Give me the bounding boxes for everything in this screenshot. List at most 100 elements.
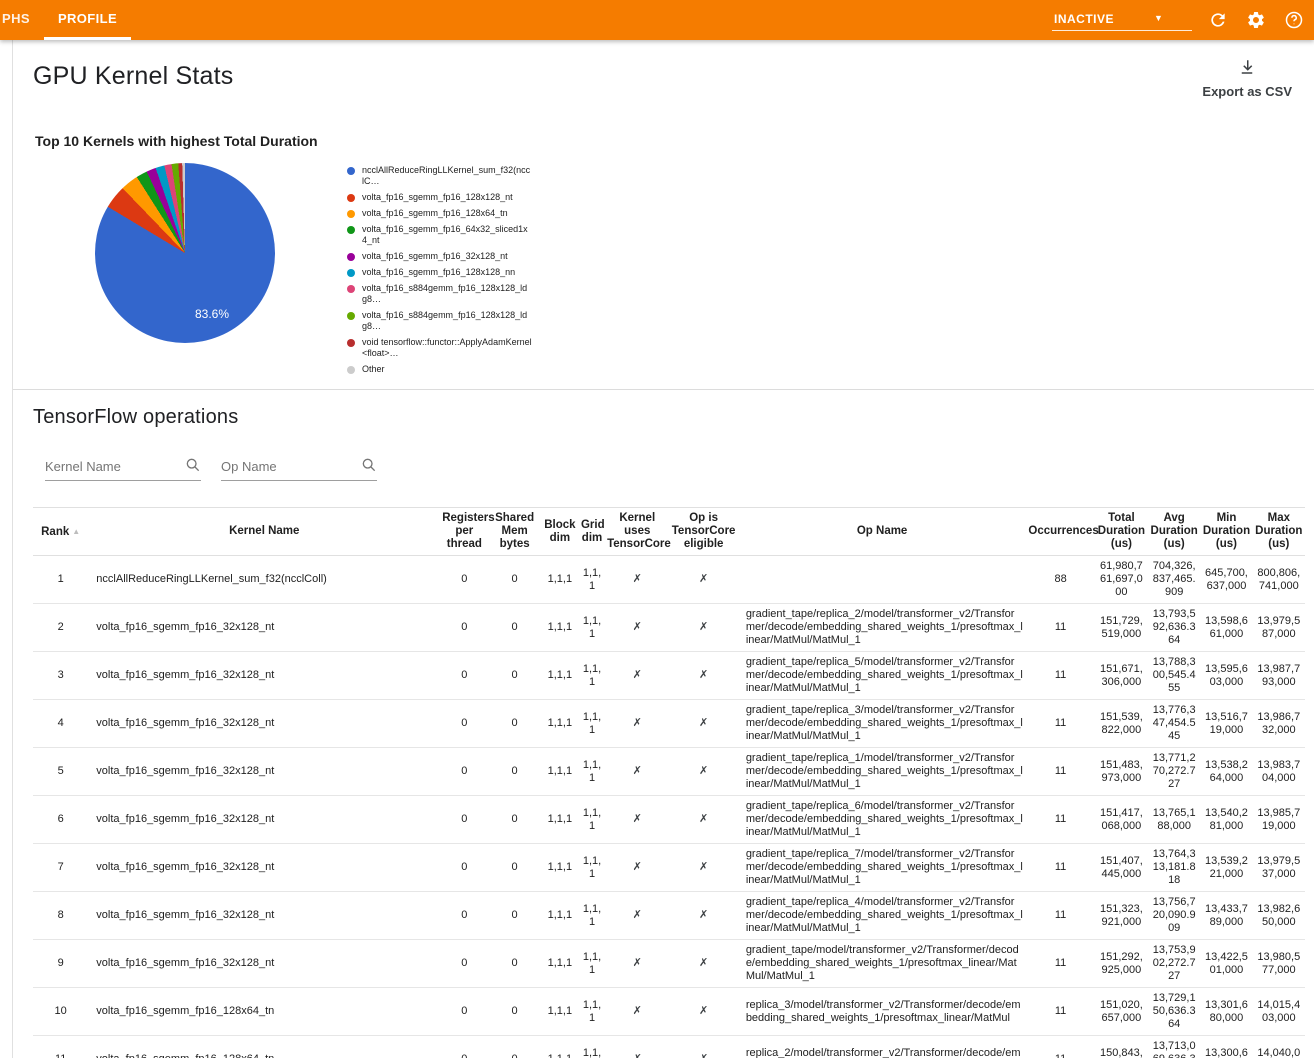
cell-shared_mem_bytes: 0 [488, 748, 540, 796]
cell-total_duration_us: 151,407,445,000 [1095, 844, 1148, 892]
cell-block_dim: 1,1,1 [541, 1036, 579, 1058]
cell-rank: 6 [33, 796, 88, 844]
cell-rank: 11 [33, 1036, 88, 1058]
tab-profile[interactable]: PROFILE [44, 0, 131, 40]
cell-block_dim: 1,1,1 [541, 892, 579, 940]
legend-item[interactable]: void tensorflow::functor::ApplyAdamKerne… [347, 337, 532, 359]
column-header-kernel_uses_tensorcore[interactable]: Kernel uses TensorCore [605, 508, 669, 556]
legend-swatch [347, 226, 355, 234]
kernel-name-input[interactable] [45, 455, 201, 481]
cell-kernel_uses_tensorcore: ✗ [605, 1036, 669, 1058]
legend-swatch [347, 253, 355, 261]
column-header-shared_mem_bytes[interactable]: Shared Mem bytes [488, 508, 540, 556]
legend-item[interactable]: volta_fp16_sgemm_fp16_64x32_sliced1x4_nt [347, 224, 532, 246]
settings-gear-icon[interactable] [1244, 8, 1268, 32]
cell-registers_per_thread: 0 [440, 700, 488, 748]
cell-grid_dim: 1,1,1 [579, 556, 605, 604]
legend-item[interactable]: ncclAllReduceRingLLKernel_sum_f32(ncclC… [347, 165, 532, 187]
cell-total_duration_us: 150,843,766,000 [1095, 1036, 1148, 1058]
cell-block_dim: 1,1,1 [541, 988, 579, 1036]
section-title: TensorFlow operations [33, 406, 1294, 429]
legend-label: volta_fp16_sgemm_fp16_64x32_sliced1x4_nt [362, 224, 532, 246]
column-header-grid_dim[interactable]: Grid dim [579, 508, 605, 556]
x-mark-icon: ✗ [633, 1053, 642, 1058]
cell-grid_dim: 1,1,1 [579, 796, 605, 844]
cell-max_duration_us: 13,979,537,000 [1253, 844, 1305, 892]
search-icon[interactable] [361, 457, 377, 478]
cell-op_name [738, 556, 1027, 604]
refresh-icon[interactable] [1206, 8, 1230, 32]
table-head: Rank▲Kernel NameRegisters per threadShar… [33, 508, 1305, 556]
cell-grid_dim: 1,1,1 [579, 652, 605, 700]
content-area: GPU Kernel Stats Export as CSV Top 10 Ke… [12, 40, 1314, 1058]
column-header-op_is_tensorcore_eligible[interactable]: Op is TensorCore eligible [669, 508, 737, 556]
legend-label: volta_fp16_sgemm_fp16_128x64_tn [362, 208, 508, 219]
legend-swatch [347, 167, 355, 175]
cell-grid_dim: 1,1,1 [579, 700, 605, 748]
column-header-rank[interactable]: Rank▲ [33, 508, 88, 556]
cell-max_duration_us: 13,982,650,000 [1253, 892, 1305, 940]
cell-grid_dim: 1,1,1 [579, 604, 605, 652]
cell-rank: 3 [33, 652, 88, 700]
cell-shared_mem_bytes: 0 [488, 796, 540, 844]
x-mark-icon: ✗ [699, 717, 708, 729]
legend-label: Other [362, 364, 385, 375]
chart-title: Top 10 Kernels with highest Total Durati… [35, 133, 1294, 149]
legend-label: volta_fp16_s884gemm_fp16_128x128_ldg8… [362, 310, 532, 332]
column-header-block_dim[interactable]: Block dim [541, 508, 579, 556]
legend-swatch [347, 194, 355, 202]
column-header-total_duration_us[interactable]: Total Duration (us) [1095, 508, 1148, 556]
tab-graphs[interactable]: PHS [0, 0, 44, 40]
legend-item[interactable]: volta_fp16_s884gemm_fp16_128x128_ldg8… [347, 283, 532, 305]
legend-item[interactable]: volta_fp16_sgemm_fp16_128x128_nt [347, 192, 532, 203]
legend-item[interactable]: volta_fp16_s884gemm_fp16_128x128_ldg8… [347, 310, 532, 332]
op-name-filter [221, 455, 377, 481]
cell-min_duration_us: 13,539,221,000 [1200, 844, 1252, 892]
op-name-input[interactable] [221, 455, 377, 481]
column-header-max_duration_us[interactable]: Max Duration (us) [1253, 508, 1305, 556]
cell-max_duration_us: 13,986,732,000 [1253, 700, 1305, 748]
column-header-occurrences[interactable]: Occurrences [1026, 508, 1094, 556]
column-header-min_duration_us[interactable]: Min Duration (us) [1200, 508, 1252, 556]
x-mark-icon: ✗ [633, 957, 642, 969]
legend-item[interactable]: volta_fp16_sgemm_fp16_32x128_nt [347, 251, 532, 262]
pie-slice-label: 83.6% [195, 307, 229, 321]
column-header-registers_per_thread[interactable]: Registers per thread [440, 508, 488, 556]
cell-block_dim: 1,1,1 [541, 556, 579, 604]
cell-kernel_name: ncclAllReduceRingLLKernel_sum_f32(ncclCo… [88, 556, 440, 604]
cell-kernel_name: volta_fp16_sgemm_fp16_32x128_nt [88, 940, 440, 988]
search-icon[interactable] [185, 457, 201, 478]
legend-item[interactable]: volta_fp16_sgemm_fp16_128x64_tn [347, 208, 532, 219]
cell-rank: 10 [33, 988, 88, 1036]
cell-total_duration_us: 151,483,973,000 [1095, 748, 1148, 796]
cell-op_name: replica_2/model/transformer_v2/Transform… [738, 1036, 1027, 1058]
table-row: 5volta_fp16_sgemm_fp16_32x128_nt001,1,11… [33, 748, 1305, 796]
cell-kernel_name: volta_fp16_sgemm_fp16_32x128_nt [88, 604, 440, 652]
x-mark-icon: ✗ [699, 909, 708, 921]
x-mark-icon: ✗ [633, 765, 642, 777]
x-mark-icon: ✗ [699, 861, 708, 873]
cell-occurrences: 11 [1026, 652, 1094, 700]
gpu-kernel-stats-section: GPU Kernel Stats Export as CSV Top 10 Ke… [13, 40, 1314, 390]
x-mark-icon: ✗ [633, 813, 642, 825]
cell-rank: 8 [33, 892, 88, 940]
x-mark-icon: ✗ [633, 1005, 642, 1017]
legend-item[interactable]: volta_fp16_sgemm_fp16_128x128_nn [347, 267, 532, 278]
legend-item[interactable]: Other [347, 364, 532, 375]
cell-kernel_uses_tensorcore: ✗ [605, 700, 669, 748]
cell-min_duration_us: 13,516,719,000 [1200, 700, 1252, 748]
export-csv-button[interactable]: Export as CSV [1202, 58, 1292, 99]
column-header-avg_duration_us[interactable]: Avg Duration (us) [1148, 508, 1200, 556]
pie-chart[interactable] [95, 163, 275, 343]
cell-shared_mem_bytes: 0 [488, 844, 540, 892]
legend-label: volta_fp16_sgemm_fp16_32x128_nt [362, 251, 508, 262]
cell-occurrences: 11 [1026, 700, 1094, 748]
column-header-op_name[interactable]: Op Name [738, 508, 1027, 556]
table-filters [45, 455, 1294, 481]
cell-min_duration_us: 13,300,679,000 [1200, 1036, 1252, 1058]
run-status-dropdown[interactable]: INACTIVE ▼ [1052, 10, 1192, 31]
cell-shared_mem_bytes: 0 [488, 1036, 540, 1058]
cell-op_is_tensorcore_eligible: ✗ [669, 556, 737, 604]
help-icon[interactable] [1282, 8, 1306, 32]
column-header-kernel_name[interactable]: Kernel Name [88, 508, 440, 556]
